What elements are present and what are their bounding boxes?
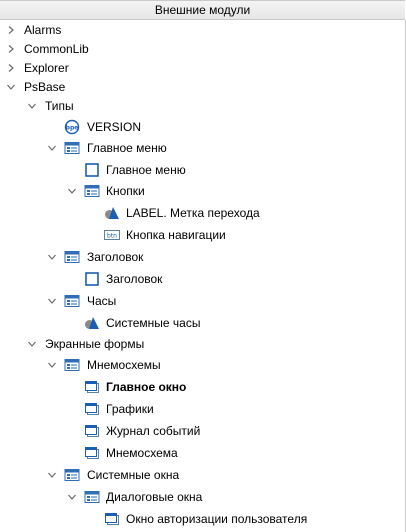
bool-type-icon: bpe [64,119,80,135]
chevron-down-icon[interactable] [47,296,57,306]
group-folder-icon [64,357,80,373]
object-icon [84,162,100,178]
svg-text:bpe: bpe [66,125,79,132]
form-icon [104,511,120,527]
tree-node-label: Главное окно [106,380,187,394]
button-icon: btn [104,227,120,243]
tree-node-system-windows[interactable]: Системные окна [0,465,406,485]
tree-node-psbase[interactable]: PsBase [0,77,406,97]
tree-node-system-clock[interactable]: Системные часы [0,313,406,333]
chevron-down-icon[interactable] [47,252,57,262]
tree-node-main-window[interactable]: Главное окно [0,377,406,397]
tree-node-label: Экранные формы [45,337,145,351]
tree-node-header-item[interactable]: Заголовок [0,269,406,289]
tree-node-buttons[interactable]: Кнопки [0,181,406,201]
tree-node-label: Кнопка навигации [126,228,226,242]
group-folder-icon [84,489,100,505]
tree-node-main-menu-item[interactable]: Главное меню [0,160,406,180]
tree-node-commonlib[interactable]: CommonLib [0,39,406,59]
chevron-right-icon[interactable] [6,63,16,73]
group-folder-icon [64,467,80,483]
tree-node-types[interactable]: Типы [0,96,406,116]
group-folder-icon [64,249,80,265]
tree-node-label: PsBase [24,80,66,94]
chevron-down-icon[interactable] [6,82,16,92]
tree-node-mnemo-item[interactable]: Мнемосхема [0,443,406,463]
tree-node-screen-forms[interactable]: Экранные формы [0,334,406,354]
form-icon [84,445,100,461]
panel-header: Внешние модули [0,0,405,20]
chevron-down-icon[interactable] [47,360,57,370]
svg-text:btn: btn [107,233,117,240]
chevron-down-icon[interactable] [67,492,77,502]
tree-node-charts[interactable]: Графики [0,399,406,419]
tree-node-label: Диалоговые окна [106,490,203,504]
tree-node-label: Окно авторизации пользователя [126,512,308,526]
chevron-down-icon[interactable] [27,101,37,111]
tree-node-label: Мнемосхемы [87,358,161,372]
tree-node-label: CommonLib [24,42,89,56]
group-folder-icon [64,293,80,309]
tree-node-alarms[interactable]: Alarms [0,20,406,40]
panel-title: Внешние модули [154,3,251,17]
tree-node-label: Главное меню [106,163,186,177]
tree-node-version[interactable]: bpe VERSION [0,117,406,137]
tree-node-label: Мнемосхема [106,446,178,460]
form-icon [84,423,100,439]
chevron-down-icon[interactable] [47,470,57,480]
chevron-down-icon[interactable] [67,186,77,196]
tree-node-label: Системные окна [87,468,180,482]
chevron-right-icon[interactable] [6,44,16,54]
tree-node-label: Типы [45,99,74,113]
object-icon [84,271,100,287]
shapes-icon [84,315,100,331]
form-icon [84,379,100,395]
tree-node-label: Explorer [24,61,69,75]
tree-node-label: Системные часы [106,316,201,330]
tree-node-label-mark[interactable]: LABEL. Метка перехода [0,203,406,223]
tree-node-label: Главное меню [87,141,167,155]
group-folder-icon [64,140,80,156]
group-folder-icon [84,183,100,199]
tree-node-label: LABEL. Метка перехода [126,206,260,220]
tree-node-clock-group[interactable]: Часы [0,291,406,311]
tree-node-main-menu-group[interactable]: Главное меню [0,138,406,158]
tree-node-nav-button[interactable]: btn Кнопка навигации [0,225,406,245]
tree-node-mnemo-group[interactable]: Мнемосхемы [0,355,406,375]
tree-node-label: Кнопки [106,184,145,198]
chevron-right-icon[interactable] [6,25,16,35]
shapes-icon [104,205,120,221]
tree-node-label: Заголовок [87,250,144,264]
tree-node-label: Графики [106,402,154,416]
tree-node-label: Заголовок [106,272,163,286]
tree-node-explorer[interactable]: Explorer [0,58,406,78]
chevron-down-icon[interactable] [27,339,37,349]
form-icon [84,401,100,417]
tree-node-dialog-windows[interactable]: Диалоговые окна [0,487,406,507]
tree-node-label: Alarms [24,23,62,37]
tree-node-label: Журнал событий [106,424,201,438]
tree-node-label: VERSION [87,120,142,134]
tree-node-header-group[interactable]: Заголовок [0,247,406,267]
tree-node-event-log[interactable]: Журнал событий [0,421,406,441]
chevron-down-icon[interactable] [47,143,57,153]
tree-node-auth-window[interactable]: Окно авторизации пользователя [0,509,406,529]
tree-node-label: Часы [87,294,117,308]
